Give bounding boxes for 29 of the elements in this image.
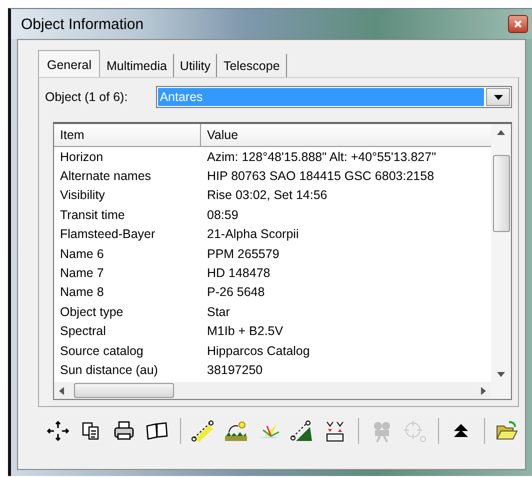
table-cell-text: Horizon xyxy=(59,150,104,164)
table-cell-text: Spectral xyxy=(59,324,107,338)
table-cell-text: Rise 03:02, Set 14:56 xyxy=(206,188,328,202)
table-cell-text: Name 7 xyxy=(59,266,105,280)
column-header[interactable]: Item xyxy=(54,124,201,146)
table-cell-text: 08:59 xyxy=(206,208,238,222)
table-cell-text: Object type xyxy=(59,304,124,319)
table-cell-text: 38197250 xyxy=(206,362,263,377)
table-cell-text: P-26 5648 xyxy=(206,285,265,300)
table-cell-text: Flamsteed-Bayer xyxy=(59,227,156,242)
table-cell-text: Star xyxy=(206,304,230,319)
tab[interactable]: General xyxy=(38,50,100,78)
table-cell-text: M1Ib + B2.5V xyxy=(206,324,284,338)
table-cell-text: 21-Alpha Scorpii xyxy=(206,227,299,242)
table-cell-text: HIP 80763 SAO 184415 GSC 6803:2158 xyxy=(206,169,434,184)
table-cell-text: Visibility xyxy=(59,188,106,202)
table-cell-text: Transit time xyxy=(59,208,126,222)
column-header[interactable]: Value xyxy=(201,124,238,146)
table-cell-text: Name 8 xyxy=(59,285,105,300)
window-title: Object Information xyxy=(21,16,144,32)
table-cell-text: Alternate names xyxy=(59,169,152,184)
table-cell-text: Hipparcos Catalog xyxy=(206,344,310,358)
table-cell-text: Name 6 xyxy=(59,246,105,261)
table-cell-text: HD 148478 xyxy=(206,266,270,280)
table-cell-text: Azim: 128°48'15.888" Alt: +40°55'13.827" xyxy=(206,150,436,164)
object-label: Object (1 of 6): xyxy=(45,90,128,104)
table-cell-text: Sun distance (au) xyxy=(59,362,159,377)
table-cell-text: PPM 265579 xyxy=(206,246,280,261)
table-cell-text: Source catalog xyxy=(59,344,144,358)
